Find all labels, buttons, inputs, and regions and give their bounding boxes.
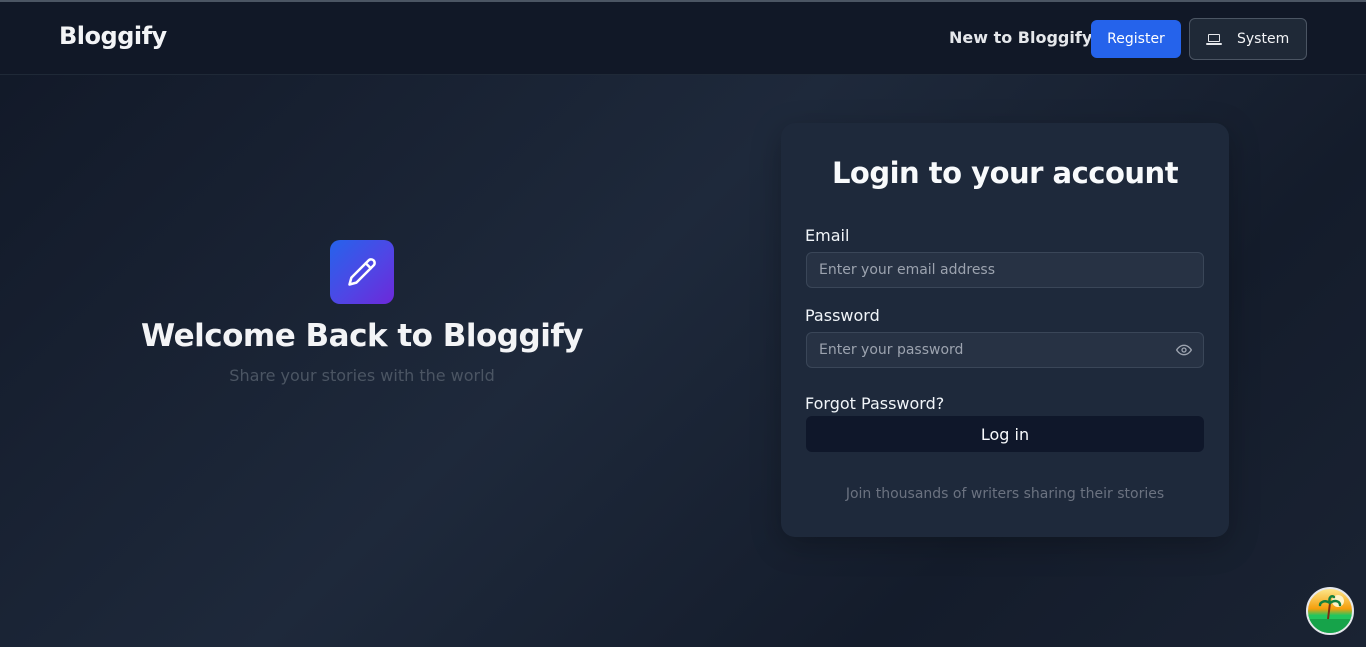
assistant-avatar-icon[interactable]: [1306, 587, 1354, 635]
login-button[interactable]: Log in: [806, 416, 1204, 452]
password-field[interactable]: [806, 332, 1204, 368]
forgot-password-link[interactable]: Forgot Password?: [805, 394, 944, 413]
new-user-prompt: New to Bloggify?: [949, 28, 1102, 47]
register-button[interactable]: Register: [1091, 20, 1181, 58]
hero-title: Welcome Back to Bloggify: [140, 318, 584, 354]
login-footer-text: Join thousands of writers sharing their …: [845, 486, 1165, 502]
laptop-icon: [1206, 33, 1222, 45]
password-label: Password: [805, 306, 880, 325]
pencil-icon: [348, 258, 376, 286]
palm-island-icon: [1308, 595, 1352, 633]
theme-system-label: System: [1237, 31, 1290, 47]
theme-system-button[interactable]: System: [1189, 18, 1307, 60]
top-navbar: Bloggify New to Bloggify? Register Syste…: [0, 2, 1366, 75]
email-field[interactable]: [806, 252, 1204, 288]
hero-badge: [330, 240, 394, 304]
site-logo[interactable]: Bloggify: [59, 22, 167, 50]
eye-icon[interactable]: [1176, 344, 1192, 356]
login-card: Login to your account Email Password For…: [781, 123, 1229, 537]
email-label: Email: [805, 226, 850, 245]
login-title: Login to your account: [831, 156, 1179, 190]
hero-subtitle: Share your stories with the world: [229, 366, 495, 385]
